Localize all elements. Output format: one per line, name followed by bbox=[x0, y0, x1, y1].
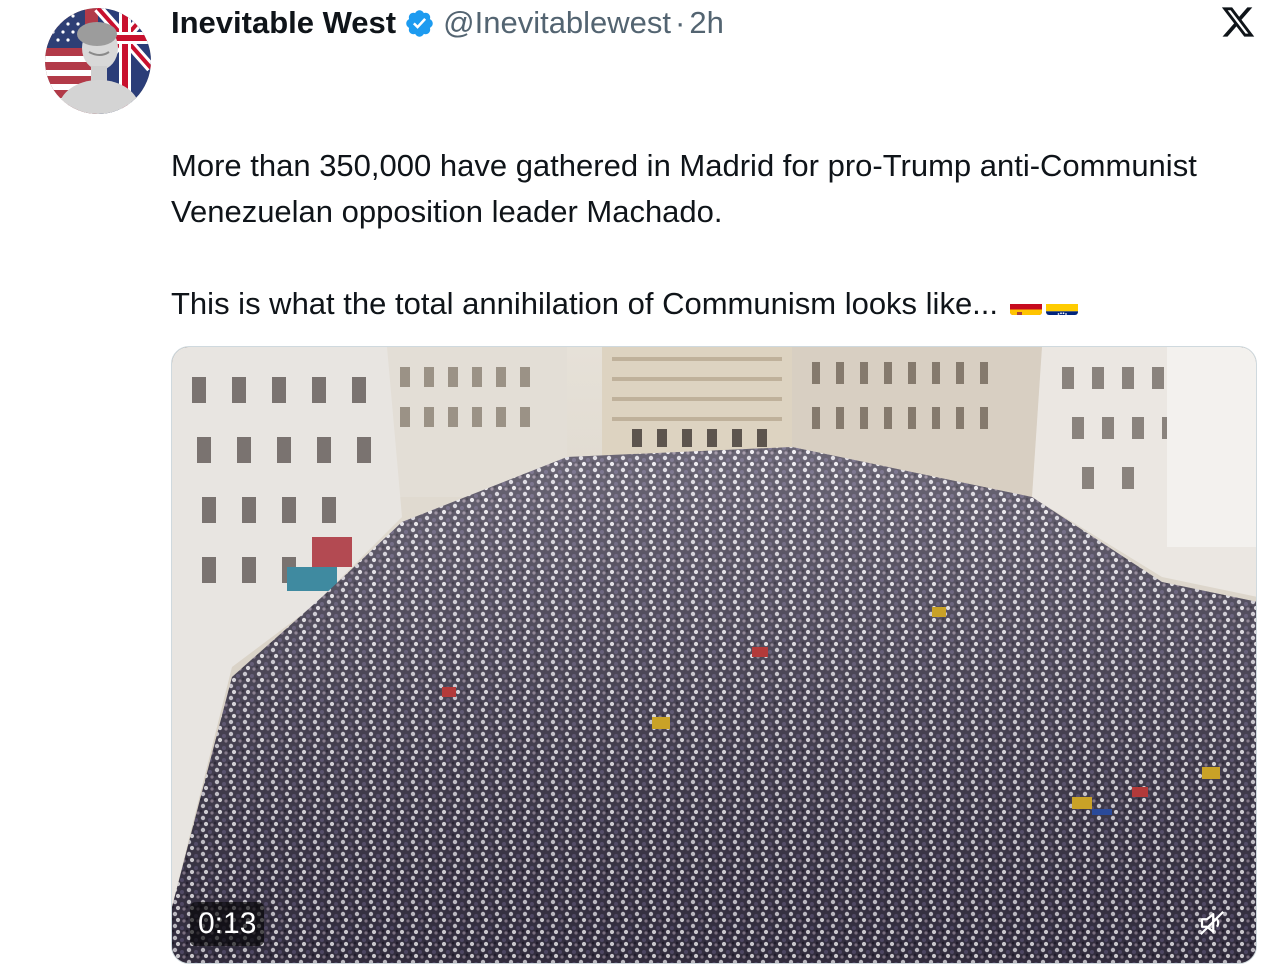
timestamp[interactable]: 2h bbox=[689, 5, 723, 41]
spain-flag-icon bbox=[1010, 293, 1043, 315]
muted-speaker-icon[interactable] bbox=[1192, 903, 1232, 943]
tweet-text-paragraph-1: More than 350,000 have gathered in Madri… bbox=[171, 148, 1197, 229]
separator-dot: · bbox=[675, 5, 686, 40]
tweet-text-paragraph-2: This is what the total annihilation of C… bbox=[171, 281, 1231, 327]
tweet-header: Inevitable West @Inevitablewest · 2h bbox=[171, 2, 724, 44]
x-logo-icon[interactable] bbox=[1219, 4, 1257, 40]
video-frame bbox=[172, 347, 1256, 963]
tweet-text: More than 350,000 have gathered in Madri… bbox=[171, 143, 1231, 327]
venezuela-flag-icon bbox=[1046, 293, 1079, 315]
verified-badge-icon bbox=[404, 8, 435, 39]
handle[interactable]: @Inevitablewest bbox=[443, 5, 671, 41]
display-name[interactable]: Inevitable West bbox=[171, 5, 396, 41]
video-duration: 0:13 bbox=[190, 902, 265, 946]
tweet-card: Inevitable West @Inevitablewest · 2h Mor… bbox=[0, 0, 1281, 971]
avatar[interactable] bbox=[45, 8, 151, 114]
video-player[interactable] bbox=[171, 346, 1257, 964]
tweet-text-line: This is what the total annihilation of C… bbox=[171, 286, 999, 321]
